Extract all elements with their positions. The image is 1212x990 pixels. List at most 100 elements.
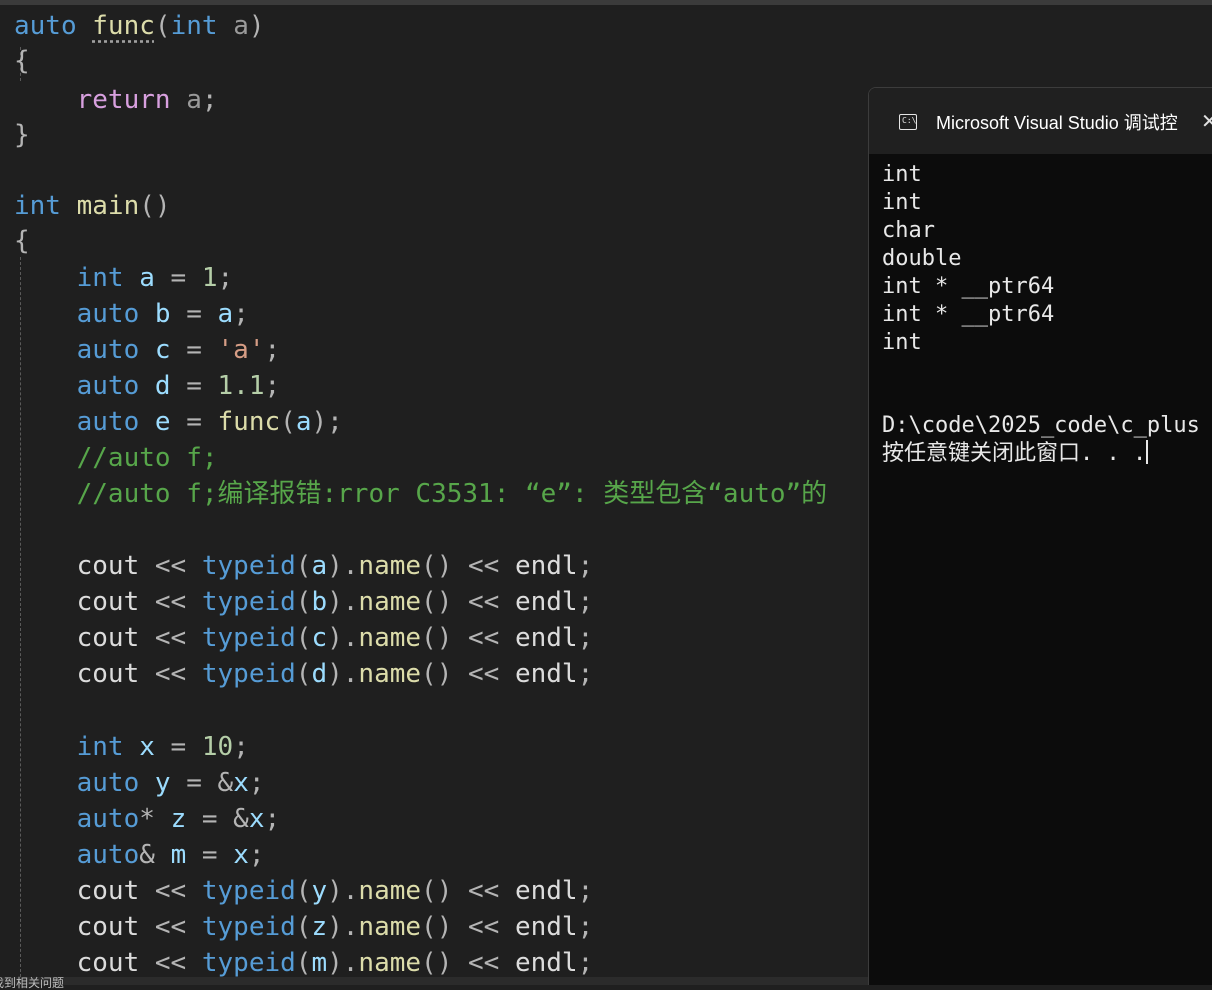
code-line: return a; [14,83,218,117]
code-token: x [248,804,265,834]
console-output-text: int * __ptr64 [882,302,1055,327]
code-token: d [311,659,328,689]
code-token: ( [295,876,312,906]
code-token: typeid [201,948,296,977]
code-token: ; [233,732,249,762]
code-token: a [295,407,312,437]
code-token: ; [577,587,594,617]
code-token: x [233,768,249,798]
code-token: auto [76,768,140,798]
code-line: auto& m = x; [14,838,265,872]
code-token: cout [76,587,140,617]
code-token: = & [186,804,249,834]
status-strip [0,977,868,985]
code-token: ; [233,299,249,329]
code-token: ; [264,371,281,401]
code-token: auto [76,299,140,329]
code-token: 10 [201,732,234,762]
console-output-line: 按任意键关闭此窗口. . . [882,440,1149,468]
code-token: m [170,840,187,870]
code-token: b [311,587,328,617]
code-token: << [139,659,202,689]
code-token: 'a' [217,335,265,365]
close-icon[interactable]: ✕ [1201,110,1212,132]
code-token: cout [76,551,140,581]
code-token: ( [280,407,296,437]
code-token: typeid [201,587,296,617]
code-token: name [358,948,422,977]
debug-console-window[interactable]: C:\ Microsoft Visual Studio 调试控 ✕ int int… [868,87,1212,985]
code-token: cout [76,912,140,942]
code-token: { [14,46,30,76]
code-token: typeid [201,659,296,689]
code-token: ; [248,768,265,798]
code-token: typeid [201,551,296,581]
code-token: endl [514,948,578,977]
code-line: cout << typeid(b).name() << endl; [14,585,594,619]
code-token: ). [327,623,359,653]
code-token: y [154,768,171,798]
code-token: () << [421,948,515,977]
code-token: m [311,948,328,977]
code-editor[interactable]: auto func(int a){ return a;} int main(){ … [0,5,868,977]
code-line: auto c = 'a'; [14,333,281,367]
code-token: ). [327,587,359,617]
code-token: endl [514,659,578,689]
code-token: a [311,551,328,581]
code-token: typeid [201,876,296,906]
code-token: << [139,587,202,617]
console-output-text: 按任意键关闭此窗口. . . [882,441,1147,466]
code-token: = & [170,768,234,798]
code-line: auto y = &x; [14,766,265,800]
console-output-line: char [882,217,935,245]
code-token: () << [421,551,515,581]
code-token: () << [421,876,515,906]
code-token: z [170,804,187,834]
code-token: ; [577,948,594,977]
code-token: 1 [201,263,218,293]
code-token: c [311,623,328,653]
code-token: ( [295,948,312,977]
code-token: = [170,371,218,401]
code-token: int [76,732,124,762]
code-line: //auto f;编译报错:rror C3531: “e”: 类型包含“auto… [14,477,828,511]
code-token: int [76,263,124,293]
code-line: cout << typeid(d).name() << endl; [14,657,594,691]
code-token: ); [311,407,343,437]
code-token: ) [248,11,265,41]
code-token: name [358,587,422,617]
code-token: << [139,876,202,906]
code-line: //auto f; [14,441,218,475]
code-token: ; [201,85,218,115]
console-output-line: D:\code\2025_code\c_plus [882,412,1200,440]
console-icon-prompt: C:\ [902,116,917,125]
code-token: = [170,335,218,365]
console-output-text: int [882,330,922,355]
code-token: ; [577,659,594,689]
code-token: int [14,191,61,221]
code-token: main [76,191,140,221]
console-output-text: double [882,246,962,271]
console-titlebar[interactable]: C:\ Microsoft Visual Studio 调试控 ✕ [869,88,1212,154]
code-line: int x = 10; [14,730,249,764]
text-cursor [1146,440,1149,464]
code-line: { [14,224,30,258]
code-token: auto [76,840,140,870]
code-token: cout [76,659,140,689]
code-token: auto [76,371,140,401]
console-output-line: int * __ptr64 [882,301,1054,329]
console-output-line: int [882,329,922,357]
console-output-text: int [882,162,922,187]
code-token: ; [577,551,594,581]
